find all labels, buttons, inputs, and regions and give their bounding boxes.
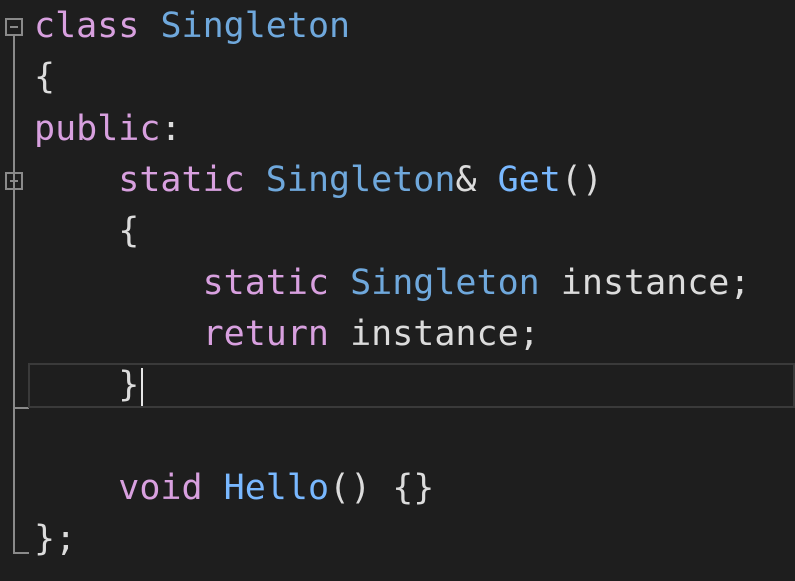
- code-line[interactable]: static Singleton& Get(): [34, 155, 603, 206]
- code-line[interactable]: static Singleton instance;: [34, 258, 751, 309]
- code-token-keyword: static: [34, 159, 266, 200]
- code-token-plain: {: [34, 211, 140, 252]
- code-token-plain: () {}: [329, 467, 435, 508]
- current-line-highlight: [28, 363, 795, 408]
- code-token-keyword: static: [34, 262, 351, 303]
- fold-guide-function-end: [13, 407, 29, 409]
- code-line[interactable]: class Singleton: [34, 1, 350, 52]
- fold-class-collapse-icon[interactable]: [5, 18, 23, 36]
- code-token-plain: :: [160, 108, 182, 149]
- fold-function-collapse-icon[interactable]: [5, 172, 23, 190]
- code-token-plain: instance;: [350, 313, 540, 354]
- code-line[interactable]: void Hello() {}: [34, 463, 434, 514]
- code-token-plain: {: [34, 57, 56, 98]
- code-token-keyword: public: [34, 108, 161, 149]
- code-line[interactable]: return instance;: [34, 309, 540, 360]
- code-token-keyword: class: [34, 6, 161, 46]
- fold-guide-class-end: [13, 552, 29, 554]
- code-token-function: Get: [497, 159, 561, 200]
- code-token-plain: instance;: [539, 262, 751, 303]
- code-token-type: Singleton: [160, 6, 351, 46]
- code-token-type: Singleton: [265, 159, 456, 200]
- code-line[interactable]: {: [34, 52, 55, 103]
- code-line[interactable]: public:: [34, 104, 182, 155]
- code-token-keyword: void: [34, 467, 224, 508]
- text-caret: [141, 368, 143, 406]
- code-token-plain: &: [455, 159, 498, 200]
- code-editor[interactable]: class Singleton { public: static Singleton…: [0, 0, 795, 581]
- code-token-keyword: return: [34, 313, 351, 354]
- code-token-function: Hello: [223, 467, 330, 508]
- code-token-plain: };: [34, 519, 77, 559]
- code-line[interactable]: {: [34, 206, 139, 257]
- code-token-plain: (): [560, 159, 603, 200]
- code-token-type: Singleton: [350, 262, 540, 303]
- code-line[interactable]: };: [34, 514, 76, 565]
- code-line[interactable]: }: [34, 360, 139, 411]
- fold-guide-function: [13, 190, 15, 409]
- code-token-plain: }: [34, 365, 140, 406]
